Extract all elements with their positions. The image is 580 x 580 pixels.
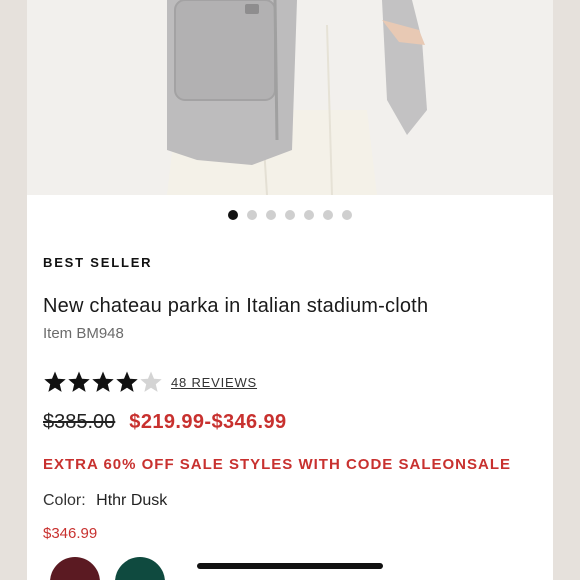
reviews-link[interactable]: 48 REVIEWS bbox=[171, 375, 257, 390]
item-number: Item BM948 bbox=[43, 325, 124, 342]
carousel-indicators bbox=[27, 210, 553, 224]
best-seller-badge: BEST SELLER bbox=[43, 255, 153, 270]
product-image[interactable] bbox=[27, 0, 553, 195]
sale-price: $219.99-$346.99 bbox=[129, 411, 287, 433]
carousel-dot-6[interactable] bbox=[323, 210, 333, 220]
home-indicator[interactable] bbox=[197, 563, 383, 569]
promo-message: EXTRA 60% OFF SALE STYLES WITH CODE SALE… bbox=[43, 456, 511, 473]
price-row: $385.00 $219.99-$346.99 bbox=[43, 411, 287, 434]
product-title: New chateau parka in Italian stadium-clo… bbox=[43, 295, 429, 317]
color-value: Hthr Dusk bbox=[96, 492, 168, 509]
color-swatch-green[interactable] bbox=[115, 557, 165, 580]
star-filled-icon bbox=[116, 371, 138, 392]
star-filled-icon bbox=[68, 371, 90, 392]
carousel-dot-5[interactable] bbox=[304, 210, 314, 220]
product-photo-illustration bbox=[27, 0, 553, 195]
color-selection: Color: Hthr Dusk bbox=[43, 492, 167, 510]
star-filled-icon bbox=[44, 371, 66, 392]
product-page: BEST SELLER New chateau parka in Italian… bbox=[27, 0, 553, 580]
color-label: Color: bbox=[43, 492, 86, 509]
carousel-dot-2[interactable] bbox=[247, 210, 257, 220]
color-swatch-burgundy[interactable] bbox=[50, 557, 100, 580]
rating-row: 48 REVIEWS bbox=[43, 370, 257, 394]
color-price: $346.99 bbox=[43, 525, 98, 542]
screen-background: BEST SELLER New chateau parka in Italian… bbox=[0, 0, 580, 580]
star-filled-icon bbox=[92, 371, 114, 392]
carousel-dot-3[interactable] bbox=[266, 210, 276, 220]
original-price: $385.00 bbox=[43, 411, 116, 433]
carousel-dot-4[interactable] bbox=[285, 210, 295, 220]
star-empty-icon bbox=[140, 371, 162, 392]
carousel-dot-1[interactable] bbox=[228, 210, 238, 220]
carousel-dot-7[interactable] bbox=[342, 210, 352, 220]
